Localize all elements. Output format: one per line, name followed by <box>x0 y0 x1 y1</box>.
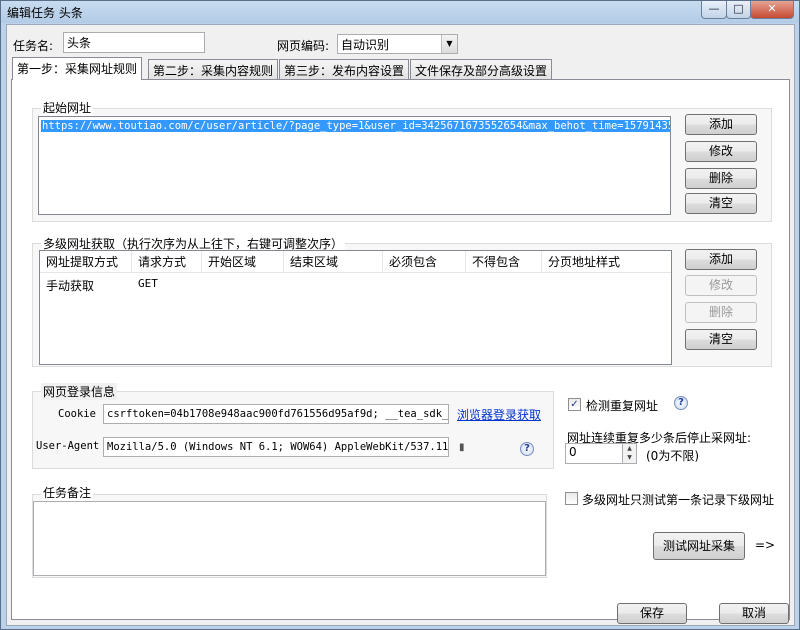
multi-first-only-label: 多级网址只测试第一条记录下级网址 <box>582 493 775 507</box>
start-url-edit-button[interactable]: 修改 <box>685 141 757 162</box>
tab-content-rules[interactable]: 第二步：采集内容规则 <box>148 59 279 79</box>
multi-level-grid[interactable]: 网址提取方式 请求方式 开始区域 结束区域 必须包含 不得包含 分页地址样式 手… <box>39 250 672 365</box>
encoding-label: 网页编码: <box>277 39 330 53</box>
save-button[interactable]: 保存 <box>617 603 687 624</box>
spin-up-icon[interactable]: ▲ <box>623 444 636 453</box>
check-duplicate-checkbox[interactable]: ✓ <box>568 398 581 411</box>
start-url-clear-button[interactable]: 清空 <box>685 193 757 214</box>
encoding-value: 自动识别 <box>341 38 390 52</box>
multi-first-only-checkbox[interactable] <box>565 492 578 505</box>
dialog-client-area: 任务名: 头条 网页编码: 自动识别 ▼ 第一步：采集网址规则 第二步：采集内容… <box>6 24 795 626</box>
encoding-select[interactable]: 自动识别 ▼ <box>337 34 458 54</box>
column-header[interactable]: 网址提取方式 <box>40 251 132 273</box>
table-cell: 手动获取 <box>46 279 95 293</box>
column-header[interactable]: 必须包含 <box>383 251 466 273</box>
test-arrow: => <box>755 538 776 552</box>
column-header[interactable]: 开始区域 <box>202 251 284 273</box>
close-button[interactable]: ✕ <box>750 1 794 19</box>
stop-after-value: 0 <box>569 445 577 459</box>
notes-textarea[interactable] <box>33 501 546 576</box>
list-item[interactable]: https://www.toutiao.com/c/user/article/?… <box>39 117 670 133</box>
cancel-button[interactable]: 取消 <box>719 603 789 624</box>
user-agent-picker-icon[interactable]: ▮ <box>459 442 465 453</box>
multi-level-clear-button[interactable]: 清空 <box>685 329 757 350</box>
start-url-delete-button[interactable]: 删除 <box>685 168 757 189</box>
column-header[interactable]: 请求方式 <box>132 251 202 273</box>
login-title: 网页登录信息 <box>41 383 118 400</box>
login-group <box>32 391 554 469</box>
user-agent-label: User-Agent <box>36 440 100 452</box>
multi-level-add-button[interactable]: 添加 <box>685 249 757 270</box>
maximize-button[interactable]: □ <box>726 1 751 19</box>
column-header[interactable]: 分页地址样式 <box>542 251 671 273</box>
start-url-add-button[interactable]: 添加 <box>685 114 757 135</box>
minimize-button[interactable]: — <box>701 1 727 19</box>
stop-after-input[interactable]: 0 ▲ ▼ <box>565 443 637 464</box>
tab-url-rules[interactable]: 第一步：采集网址规则 <box>12 57 143 80</box>
grid-header: 网址提取方式 请求方式 开始区域 结束区域 必须包含 不得包含 分页地址样式 <box>40 251 671 273</box>
column-header[interactable]: 不得包含 <box>466 251 542 273</box>
title-bar[interactable]: 编辑任务 头条 — □ ✕ <box>1 1 799 23</box>
column-header[interactable]: 结束区域 <box>284 251 383 273</box>
help-icon[interactable]: ? <box>520 442 534 456</box>
tab-page-url-rules: 起始网址 https://www.toutiao.com/c/user/arti… <box>11 79 790 620</box>
start-urls-title: 起始网址 <box>41 99 94 116</box>
window-title: 编辑任务 头条 <box>7 6 83 20</box>
chevron-down-icon[interactable]: ▼ <box>441 35 457 53</box>
help-icon[interactable]: ? <box>674 396 688 410</box>
checkmark-icon: ✓ <box>570 399 579 410</box>
task-name-label: 任务名: <box>13 39 54 53</box>
table-cell: GET <box>138 277 158 290</box>
tab-publish-settings[interactable]: 第三步：发布内容设置 <box>279 59 410 79</box>
tab-file-save-advanced[interactable]: 文件保存及部分高级设置 <box>410 59 553 79</box>
edit-task-window: 编辑任务 头条 — □ ✕ 任务名: 头条 网页编码: 自动识别 ▼ 第一步：采… <box>0 0 800 630</box>
cookie-label: Cookie <box>58 408 96 420</box>
browser-login-link[interactable]: 浏览器登录获取 <box>457 406 541 423</box>
user-agent-input[interactable]: Mozilla/5.0 (Windows NT 6.1; WOW64) Appl… <box>103 437 449 457</box>
task-name-input[interactable]: 头条 <box>63 32 205 53</box>
start-urls-list[interactable]: https://www.toutiao.com/c/user/article/?… <box>38 116 671 215</box>
stop-after-spinner[interactable]: ▲ ▼ <box>622 444 636 463</box>
multi-level-edit-button[interactable]: 修改 <box>685 275 757 296</box>
start-url-item[interactable]: https://www.toutiao.com/c/user/article/?… <box>41 120 670 132</box>
test-url-collect-button[interactable]: 测试网址采集 <box>653 532 745 560</box>
multi-level-delete-button[interactable]: 删除 <box>685 302 757 323</box>
check-duplicate-label: 检测重复网址 <box>586 399 659 413</box>
stop-after-hint: (0为不限) <box>646 449 699 463</box>
notes-title: 任务备注 <box>41 484 94 501</box>
cookie-input[interactable]: csrftoken=04b1708e948aac900fd761556d95af… <box>103 404 449 424</box>
spin-down-icon[interactable]: ▼ <box>623 453 636 462</box>
